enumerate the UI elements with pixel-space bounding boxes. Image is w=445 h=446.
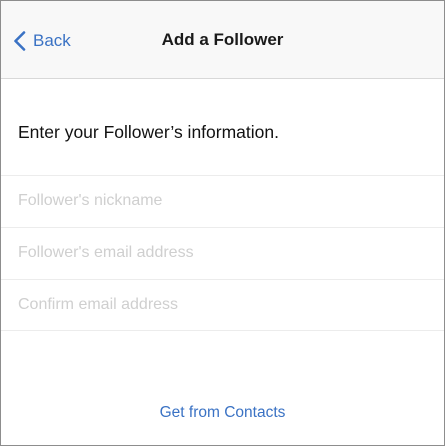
nickname-input[interactable]: [18, 176, 428, 226]
back-button[interactable]: Back: [13, 28, 71, 54]
email-field: [1, 227, 444, 279]
add-follower-screen: Back Add a Follower Enter your Follower’…: [0, 0, 445, 446]
confirm-email-input[interactable]: [18, 280, 428, 330]
navigation-bar: Back Add a Follower: [1, 1, 444, 79]
chevron-left-icon: [14, 31, 26, 51]
confirm-email-field: [1, 279, 444, 331]
back-label: Back: [33, 31, 71, 50]
instruction-text: Enter your Follower’s information.: [18, 122, 279, 142]
nickname-field: [1, 175, 444, 227]
get-from-contacts-button[interactable]: Get from Contacts: [1, 404, 444, 422]
email-input[interactable]: [18, 228, 428, 278]
